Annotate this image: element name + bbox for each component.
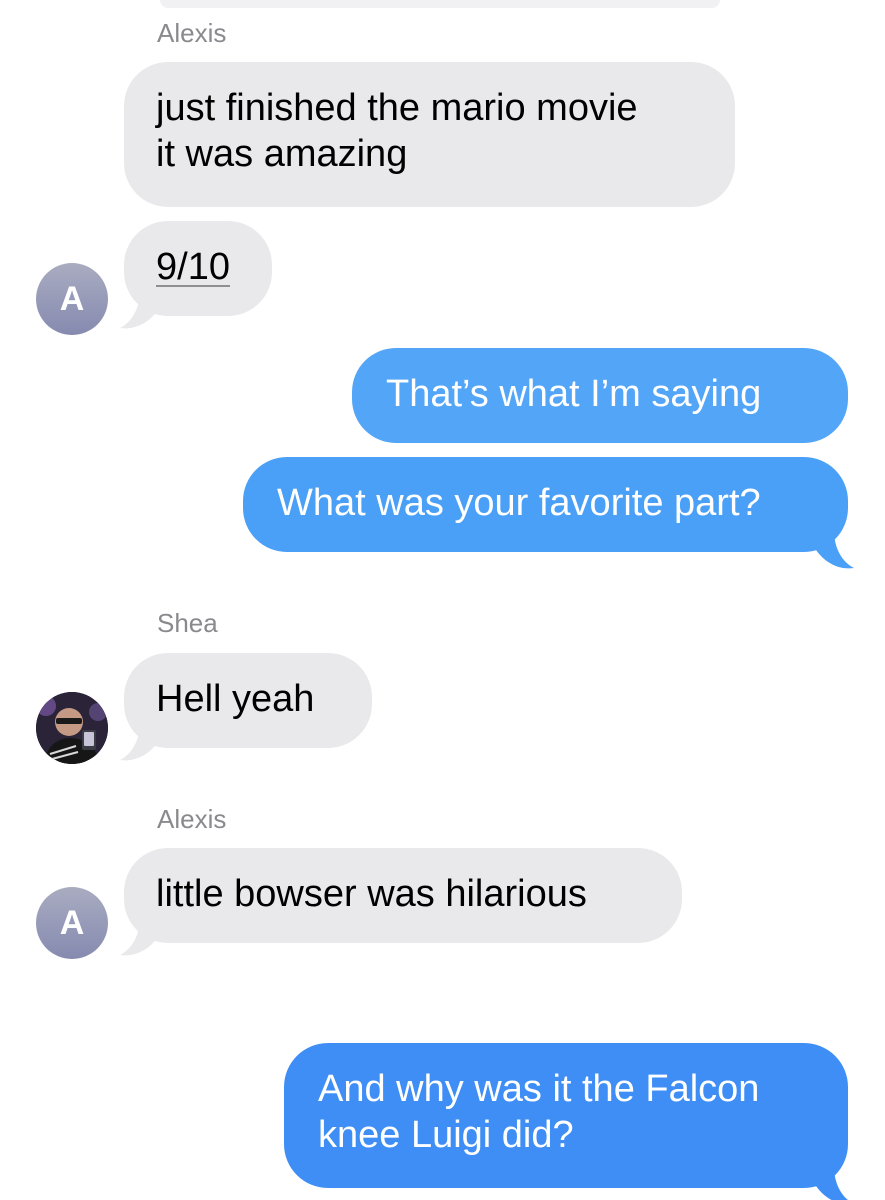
message-bubble[interactable]: Hell yeah bbox=[124, 653, 372, 748]
message-bubble[interactable]: And why was it the Falcon knee Luigi did… bbox=[284, 1043, 848, 1188]
avatar[interactable]: A bbox=[36, 887, 108, 959]
avatar-initial: A bbox=[59, 903, 85, 942]
message-text: Hell yeah bbox=[156, 678, 315, 720]
sender-name: Alexis bbox=[157, 18, 227, 48]
sender-name: Shea bbox=[157, 608, 218, 638]
message-text: it was amazing bbox=[156, 133, 408, 175]
user-photo-avatar[interactable] bbox=[36, 692, 108, 764]
conversation-view: Alexis just finished the mario movie it … bbox=[0, 0, 885, 1200]
bubble-tail bbox=[816, 1166, 849, 1200]
message-bubble[interactable]: just finished the mario movie it was ama… bbox=[124, 62, 735, 207]
message-text: That’s what I’m saying bbox=[386, 373, 762, 415]
message-bubble[interactable]: That’s what I’m saying bbox=[352, 348, 848, 443]
avatar[interactable]: A bbox=[36, 263, 108, 335]
profile-photo bbox=[36, 692, 108, 764]
bubble-tail bbox=[816, 530, 854, 569]
message-text: 9/10 bbox=[156, 246, 230, 288]
message-bubble[interactable]: little bowser was hilarious bbox=[124, 848, 682, 943]
avatar-initial: A bbox=[59, 279, 85, 318]
message-text: little bowser was hilarious bbox=[156, 873, 587, 915]
sender-name: Alexis bbox=[157, 804, 227, 834]
message-text: And why was it the Falcon bbox=[318, 1068, 760, 1110]
bubble-tail bbox=[120, 722, 158, 761]
message-text: just finished the mario movie bbox=[156, 87, 638, 129]
previous-message-edge bbox=[160, 0, 720, 8]
message-bubble[interactable]: What was your favorite part? bbox=[243, 457, 848, 552]
bubble-tail bbox=[120, 917, 158, 956]
bubble-tail bbox=[120, 290, 158, 329]
message-text: knee Luigi did? bbox=[318, 1114, 574, 1156]
message-text: What was your favorite part? bbox=[277, 482, 761, 524]
